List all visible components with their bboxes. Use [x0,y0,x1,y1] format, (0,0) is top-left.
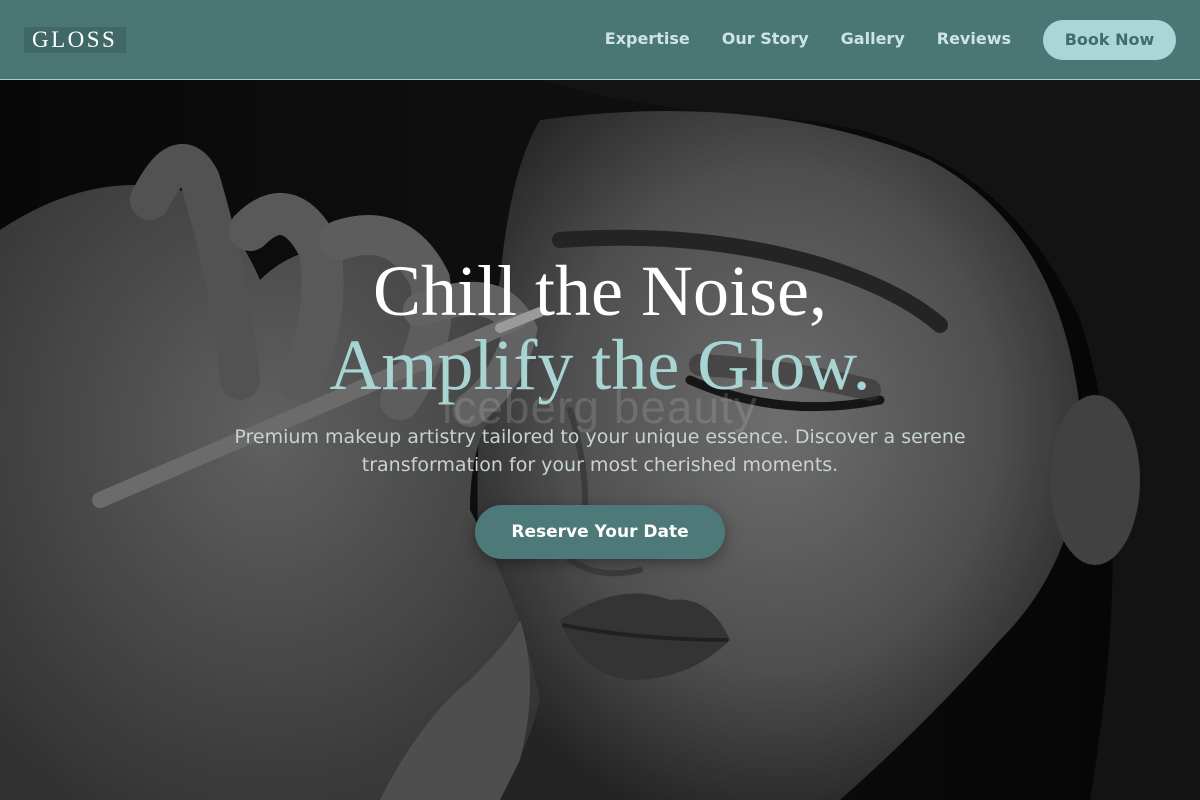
nav-links: Expertise Our Story Gallery Reviews [605,28,1011,50]
hero-subtitle: Premium makeup artistry tailored to your… [234,426,966,476]
hero-section: Chill the Noise, Amplify the Glow. icebe… [0,80,1200,800]
brand-logo[interactable]: GLOSS [24,27,127,53]
book-now-button[interactable]: Book Now [1043,20,1176,60]
hero-headline-line1: Chill the Noise, [373,251,827,331]
landing-page: GLOSS Expertise Our Story Gallery Review… [0,0,1200,800]
navbar: GLOSS Expertise Our Story Gallery Review… [0,0,1200,80]
nav-link-expertise[interactable]: Expertise [605,28,690,50]
reserve-date-button[interactable]: Reserve Your Date [475,505,725,559]
nav-link-gallery[interactable]: Gallery [841,28,905,50]
nav-link-reviews[interactable]: Reviews [937,28,1011,50]
nav-link-our-story[interactable]: Our Story [722,28,809,50]
